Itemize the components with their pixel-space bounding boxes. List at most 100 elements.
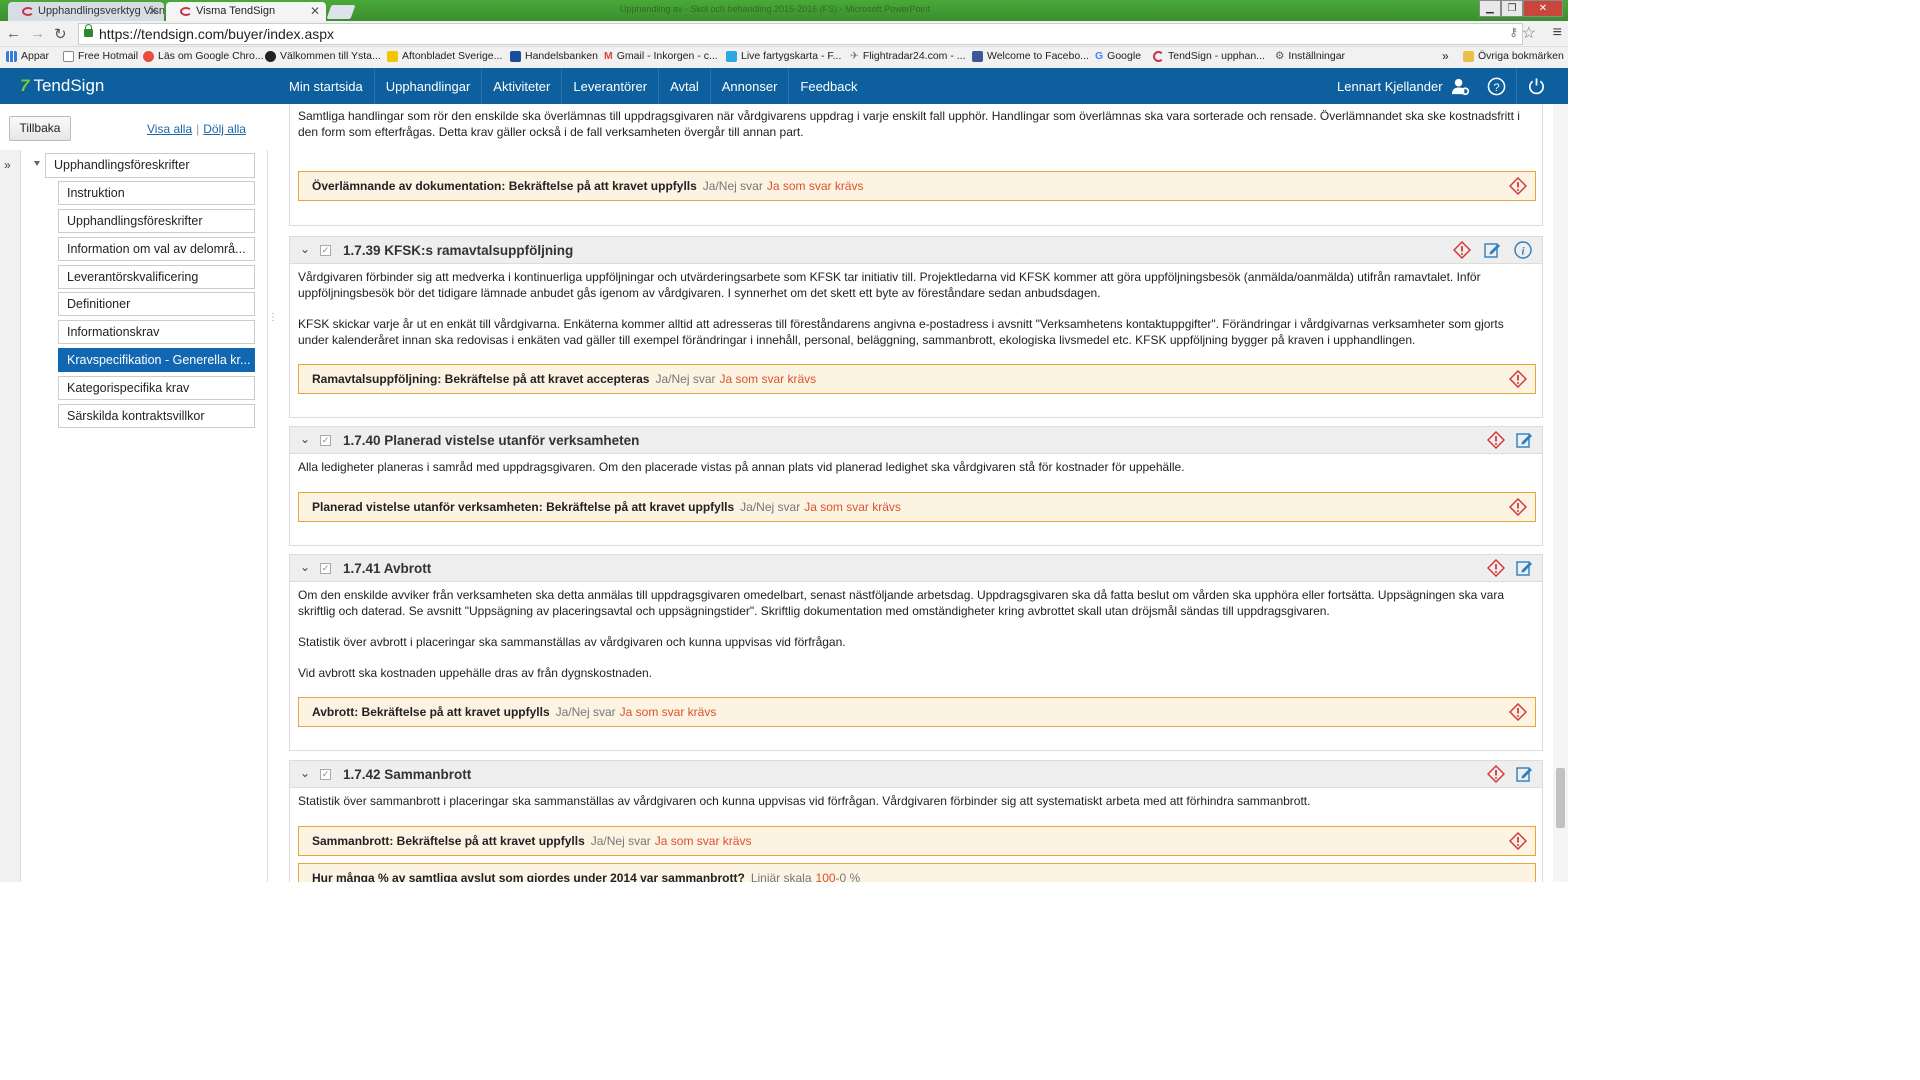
new-tab-button[interactable] bbox=[326, 5, 356, 19]
requirement-label: Planerad vistelse utanför verksamheten: … bbox=[312, 500, 735, 514]
bookmark-item[interactable]: Welcome to Facebo... bbox=[972, 50, 1089, 62]
section-checkbox[interactable]: ✓ bbox=[320, 245, 331, 256]
user-settings-icon[interactable] bbox=[1451, 77, 1470, 96]
bookmark-apps[interactable]: Appar bbox=[6, 50, 49, 62]
bookmark-item[interactable]: Handelsbanken bbox=[510, 50, 598, 62]
tree-expanded-triangle-icon[interactable] bbox=[34, 161, 40, 166]
bookmark-item[interactable]: ⚙ Inställningar bbox=[1275, 50, 1345, 62]
bookmark-item[interactable]: Free Hotmail bbox=[63, 50, 138, 62]
show-all-link[interactable]: Visa alla bbox=[147, 122, 192, 136]
tree-item-informationskrav[interactable]: Informationskrav bbox=[58, 320, 255, 344]
requirement-row[interactable]: Sammanbrott: Bekräftelse på att kravet u… bbox=[298, 826, 1536, 856]
nav-feedback[interactable]: Feedback bbox=[789, 68, 868, 104]
collapse-chevron-icon[interactable]: ⌄ bbox=[300, 432, 310, 446]
bookmark-item[interactable]: G Google bbox=[1095, 50, 1141, 62]
warning-icon[interactable] bbox=[1509, 177, 1527, 195]
requirement-row[interactable]: Avbrott: Bekräftelse på att kravet uppfy… bbox=[298, 697, 1536, 727]
nav-min-startsida[interactable]: Min startsida bbox=[278, 68, 375, 104]
bookmark-item[interactable]: Läs om Google Chro... bbox=[143, 50, 264, 62]
section-header[interactable]: ⌄ ✓ 1.7.41 Avbrott bbox=[290, 555, 1542, 582]
tree-item-instruktion[interactable]: Instruktion bbox=[58, 181, 255, 205]
section-checkbox[interactable]: ✓ bbox=[320, 435, 331, 446]
window-close-icon[interactable]: ✕ bbox=[1523, 0, 1563, 17]
tendsign-logo[interactable]: 7 TendSign bbox=[20, 76, 104, 96]
bookmark-star-icon[interactable]: ☆ bbox=[1522, 23, 1536, 43]
back-button[interactable]: Tillbaka bbox=[9, 116, 71, 141]
warning-icon[interactable] bbox=[1487, 765, 1505, 783]
splitter-grip-icon[interactable]: ⋮ bbox=[268, 312, 278, 323]
nav-avtal[interactable]: Avtal bbox=[659, 68, 711, 104]
section-checkbox[interactable]: ✓ bbox=[320, 769, 331, 780]
content-scrollbar[interactable] bbox=[1553, 104, 1568, 882]
nav-leverantorer[interactable]: Leverantörer bbox=[562, 68, 660, 104]
bookmark-item[interactable]: TendSign - upphan... bbox=[1153, 50, 1265, 62]
section-checkbox[interactable]: ✓ bbox=[320, 563, 331, 574]
bookmark-item[interactable]: ✈ Flightradar24.com - ... bbox=[850, 50, 966, 62]
warning-icon[interactable] bbox=[1487, 431, 1505, 449]
warning-icon[interactable] bbox=[1509, 832, 1527, 850]
info-icon[interactable]: i bbox=[1514, 241, 1532, 259]
tree-item-kravspecifikation-active[interactable]: Kravspecifikation - Generella kr... bbox=[58, 348, 255, 372]
bookmarks-overflow-chevron[interactable]: » bbox=[1442, 49, 1449, 63]
scale-max: 100 bbox=[815, 871, 836, 882]
minimize-icon[interactable]: ▁ bbox=[1479, 0, 1501, 17]
back-arrow-icon[interactable]: ← bbox=[6, 25, 21, 42]
bookmark-item[interactable]: M Gmail - Inkorgen - c... bbox=[604, 50, 718, 62]
warning-icon[interactable] bbox=[1509, 703, 1527, 721]
nav-annonser[interactable]: Annonser bbox=[711, 68, 790, 104]
requirement-row[interactable]: Ramavtalsuppföljning: Bekräftelse på att… bbox=[298, 364, 1536, 394]
app-header: 7 TendSign Min startsida Upphandlingar A… bbox=[0, 68, 1568, 104]
section-header[interactable]: ⌄ ✓ 1.7.39 KFSK:s ramavtalsuppföljning i bbox=[290, 237, 1542, 264]
tree-root-upphandlingsforeskrifter[interactable]: Upphandlingsföreskrifter bbox=[45, 153, 255, 178]
secure-lock-icon bbox=[84, 24, 93, 37]
warning-icon[interactable] bbox=[1453, 241, 1471, 259]
close-tab-icon[interactable]: ✕ bbox=[148, 2, 158, 20]
browser-tab-visma-tendsign[interactable]: Visma TendSign ✕ bbox=[166, 2, 326, 21]
requirement-row[interactable]: Hur många % av samtliga avslut som gjord… bbox=[298, 863, 1536, 882]
answer-requirement: Ja som svar krävs bbox=[766, 179, 864, 193]
bookmark-item[interactable]: Aftonbladet Sverige... bbox=[387, 50, 502, 62]
tree-item-delomraden[interactable]: Information om val av delområ... bbox=[58, 237, 255, 261]
main-nav: Min startsida Upphandlingar Aktiviteter … bbox=[278, 68, 869, 104]
power-icon[interactable] bbox=[1527, 77, 1546, 96]
edit-icon[interactable] bbox=[1515, 765, 1533, 783]
warning-icon[interactable] bbox=[1509, 370, 1527, 388]
warning-icon[interactable] bbox=[1487, 559, 1505, 577]
chrome-menu-icon[interactable]: ≡ bbox=[1553, 24, 1562, 42]
scrollbar-thumb[interactable] bbox=[1556, 768, 1565, 828]
forward-arrow-icon[interactable]: → bbox=[30, 25, 45, 42]
reload-icon[interactable]: ↻ bbox=[54, 25, 67, 43]
tree-item-definitioner[interactable]: Definitioner bbox=[58, 292, 255, 316]
nav-upphandlingar[interactable]: Upphandlingar bbox=[375, 68, 483, 104]
url-input[interactable]: https://tendsign.com/buyer/index.aspx bbox=[78, 23, 1523, 45]
collapse-chevron-icon[interactable]: ⌄ bbox=[300, 766, 310, 780]
restore-icon[interactable]: ❐ bbox=[1501, 0, 1523, 17]
warning-icon[interactable] bbox=[1509, 498, 1527, 516]
section-header[interactable]: ⌄ ✓ 1.7.40 Planerad vistelse utanför ver… bbox=[290, 427, 1542, 454]
hide-all-link[interactable]: Dölj alla bbox=[203, 122, 246, 136]
edit-icon[interactable] bbox=[1515, 431, 1533, 449]
requirement-row[interactable]: Planerad vistelse utanför verksamheten: … bbox=[298, 492, 1536, 522]
help-icon[interactable]: ? bbox=[1487, 77, 1506, 96]
edit-icon[interactable] bbox=[1483, 241, 1501, 259]
tree-item-upphandlingsforeskrifter[interactable]: Upphandlingsföreskrifter bbox=[58, 209, 255, 233]
collapse-rail[interactable]: » bbox=[0, 150, 21, 882]
panel-splitter[interactable] bbox=[267, 150, 268, 882]
close-tab-icon[interactable]: ✕ bbox=[310, 2, 320, 20]
collapse-chevron-icon[interactable]: ⌄ bbox=[300, 242, 310, 256]
bookmark-item[interactable]: Välkommen till Ysta... bbox=[265, 50, 381, 62]
requirement-row[interactable]: Överlämnande av dokumentation: Bekräftel… bbox=[298, 171, 1536, 201]
edit-icon[interactable] bbox=[1515, 559, 1533, 577]
bookmark-item[interactable]: Live fartygskarta - F... bbox=[726, 50, 841, 62]
other-bookmarks-folder[interactable]: Övriga bokmärken bbox=[1463, 50, 1564, 62]
double-chevron-right-icon[interactable]: » bbox=[4, 158, 11, 172]
nav-aktiviteter[interactable]: Aktiviteter bbox=[482, 68, 563, 104]
key-icon[interactable]: ⚷ bbox=[1509, 25, 1518, 39]
tree-item-leverantorskvalificering[interactable]: Leverantörskvalificering bbox=[58, 265, 255, 289]
tree-item-sarskilda-kontraktsvillkor[interactable]: Särskilda kontraktsvillkor bbox=[58, 404, 255, 428]
collapse-chevron-icon[interactable]: ⌄ bbox=[300, 560, 310, 574]
tree-item-kategorispecifika-krav[interactable]: Kategorispecifika krav bbox=[58, 376, 255, 400]
browser-tab-upphandlingsverktyg[interactable]: Upphandlingsverktyg Visn ✕ bbox=[8, 2, 164, 21]
section-header[interactable]: ⌄ ✓ 1.7.42 Sammanbrott bbox=[290, 761, 1542, 788]
user-name[interactable]: Lennart Kjellander bbox=[1337, 79, 1443, 94]
